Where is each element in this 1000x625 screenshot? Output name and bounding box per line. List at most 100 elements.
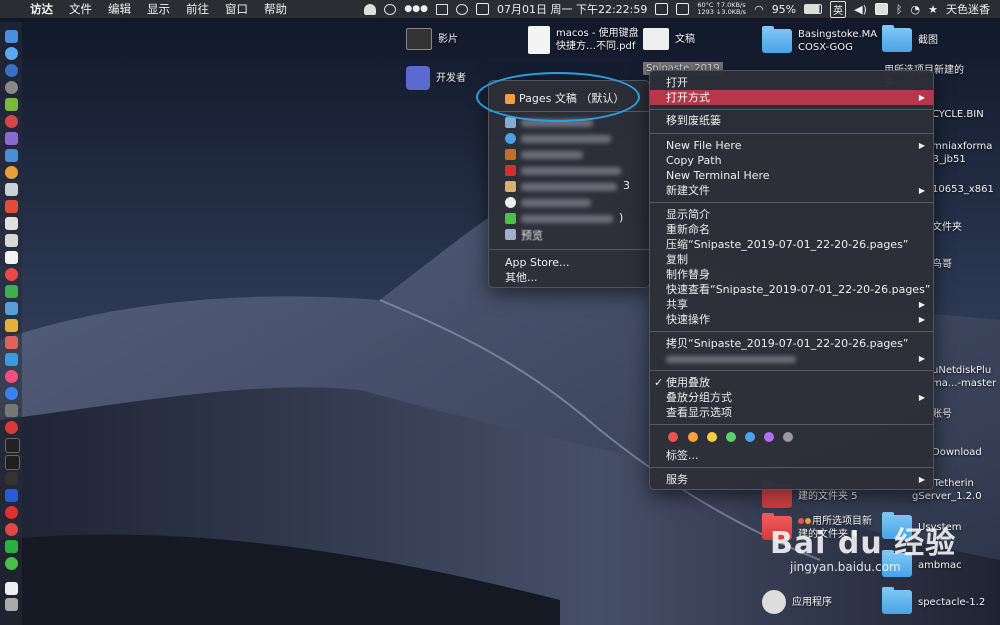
desktop-item-spectacle[interactable]: spectacle-1.2 [882, 587, 985, 614]
dock-app-icon[interactable] [5, 353, 18, 366]
dock-app-icon[interactable] [5, 319, 18, 332]
open-with-app-store[interactable]: App Store... [489, 255, 649, 270]
menu-item-compress[interactable]: 压缩“Snipaste_2019-07-01_22-20-26.pages” [650, 237, 933, 252]
tag-blue-dot[interactable] [745, 432, 755, 442]
display-icon[interactable] [435, 3, 448, 15]
desktop-item-movies[interactable]: 影片 [406, 28, 458, 50]
dock-app-icon[interactable] [5, 81, 18, 94]
calendar-icon[interactable] [475, 3, 489, 15]
dock-app-icon[interactable] [5, 132, 18, 145]
menu-item-rename[interactable]: 重新命名 [650, 222, 933, 237]
dock-app-icon[interactable] [5, 217, 18, 230]
grid-icon[interactable] [676, 3, 690, 15]
menu-item-share[interactable]: 共享 ▶ [650, 297, 933, 312]
menu-item-open-with[interactable]: 打开方式 ▶ [650, 90, 933, 105]
system-stats[interactable]: 60°C ↑7.0KB/s 1293 ↓3.0KB/s [697, 2, 746, 16]
desktop-item-account[interactable]: 账号 [932, 408, 952, 421]
menu-window[interactable]: 窗口 [217, 1, 256, 17]
menu-item-blurred[interactable]: ▶ [650, 351, 933, 366]
menu-item-make-alias[interactable]: 制作替身 [650, 267, 933, 282]
ghost-icon[interactable] [364, 3, 377, 15]
dock-app-icon[interactable] [5, 404, 18, 417]
desktop-item-pdf[interactable]: macos - 使用键盘 快捷方…不同.pdf [528, 26, 639, 54]
desktop-item-basingstoke[interactable]: Basingstoke.MA COSX-GOG [762, 26, 877, 54]
dock-app-icon[interactable] [5, 557, 18, 570]
desktop-item-folder[interactable]: 文件夹 [932, 221, 962, 234]
tag-orange-dot[interactable] [688, 432, 698, 442]
menu-item-quick-look[interactable]: 快速查看“Snipaste_2019-07-01_22-20-26.pages” [650, 282, 933, 297]
dock-app-icon[interactable] [5, 166, 18, 179]
bluetooth-icon[interactable]: ᛒ [896, 3, 903, 16]
menu-item-new-terminal-here[interactable]: New Terminal Here [650, 168, 933, 183]
tag-green-dot[interactable] [726, 432, 736, 442]
wifi-icon[interactable]: ◠ [754, 3, 764, 16]
menu-file[interactable]: 文件 [61, 1, 100, 17]
dock-app-icon[interactable] [5, 149, 18, 162]
menu-item-tags[interactable]: 标签... [650, 448, 933, 463]
desktop-item-bird[interactable]: 鸟哥 [932, 258, 952, 271]
desktop-item-screenshots[interactable]: 截图 [882, 25, 938, 52]
dock-app-icon[interactable] [5, 251, 18, 264]
menu-item-new-file-here[interactable]: New File Here ▶ [650, 138, 933, 153]
tag-gray-dot[interactable] [783, 432, 793, 442]
open-with-app-blurred[interactable] [505, 131, 635, 146]
dock-app-icon[interactable] [5, 455, 20, 470]
clock-cycle-icon[interactable] [384, 3, 397, 15]
dock-app-icon[interactable] [5, 47, 18, 60]
menu-item-quick-actions[interactable]: 快速操作 ▶ [650, 312, 933, 327]
dock-app-icon[interactable] [5, 489, 18, 502]
menu-item-group-stacks[interactable]: 叠放分组方式 ▶ [650, 390, 933, 405]
menu-item-get-info[interactable]: 显示简介 [650, 207, 933, 222]
dock-app-icon[interactable] [5, 506, 18, 519]
desktop-item-netdisk[interactable]: uNetdiskPlu ma...-master [932, 364, 996, 390]
menu-item-use-stacks[interactable]: ✓ 使用叠放 [650, 375, 933, 390]
doc-icon[interactable] [655, 3, 669, 15]
dock-app-icon[interactable] [5, 472, 18, 485]
globe-icon[interactable] [455, 3, 468, 15]
dock-app-icon[interactable] [5, 387, 18, 400]
trash-icon[interactable] [5, 598, 18, 611]
dock-app-icon[interactable] [5, 183, 18, 196]
tag-yellow-dot[interactable] [707, 432, 717, 442]
dock-app-icon[interactable] [5, 336, 18, 349]
desktop-item-applications[interactable]: 应用程序 [762, 590, 832, 614]
menu-help[interactable]: 帮助 [256, 1, 295, 17]
ime-indicator[interactable]: 英 [830, 0, 847, 18]
desktop-item-developer[interactable]: 开发者 [406, 66, 466, 90]
tag-red-dot[interactable] [668, 432, 678, 442]
open-with-app-blurred[interactable] [505, 195, 635, 210]
open-with-app-blurred[interactable]: 3 [505, 179, 645, 194]
menu-item-copy[interactable]: 拷贝“Snipaste_2019-07-01_22-20-26.pages” [650, 336, 933, 351]
menu-item-duplicate[interactable]: 复制 [650, 252, 933, 267]
dock-app-icon[interactable] [5, 268, 18, 281]
dock-app-icon[interactable] [5, 370, 18, 383]
dock-app-icon[interactable] [5, 115, 18, 128]
dock-app-icon[interactable] [5, 523, 18, 536]
desktop-item-documents[interactable]: 文稿 [643, 28, 695, 50]
battery-text[interactable]: 95% [772, 3, 796, 16]
open-with-app-blurred[interactable]: ) [505, 211, 645, 226]
dock-app-icon[interactable] [5, 582, 18, 595]
desktop-item-download[interactable]: Download [932, 446, 982, 459]
dock-app-icon[interactable] [5, 438, 20, 453]
dock-app-icon[interactable] [5, 98, 18, 111]
clock-icon[interactable]: ◔ [911, 3, 921, 16]
dock-app-icon[interactable] [5, 302, 18, 315]
dock-app-icon[interactable] [5, 30, 18, 43]
dock-app-icon[interactable] [5, 200, 18, 213]
open-with-app-blurred[interactable] [505, 147, 635, 162]
menu-item-view-options[interactable]: 查看显示选项 [650, 405, 933, 420]
username-text[interactable]: 天色迷香 [946, 1, 990, 17]
open-with-other[interactable]: 其他... [489, 270, 649, 285]
menu-item-services[interactable]: 服务 ▶ [650, 472, 933, 487]
menu-edit[interactable]: 编辑 [100, 1, 139, 17]
dots-icon[interactable]: ●●● [404, 4, 428, 14]
menu-finder[interactable]: 访达 [22, 1, 61, 17]
menu-view[interactable]: 显示 [139, 1, 178, 17]
open-with-app-blurred[interactable] [505, 163, 635, 178]
dock-app-icon[interactable] [5, 540, 18, 553]
menu-item-move-to-trash[interactable]: 移到废纸篓 [650, 113, 933, 128]
menu-item-open[interactable]: 打开 [650, 75, 933, 90]
menu-item-new-file[interactable]: 新建文件 ▶ [650, 183, 933, 198]
tag-purple-dot[interactable] [764, 432, 774, 442]
